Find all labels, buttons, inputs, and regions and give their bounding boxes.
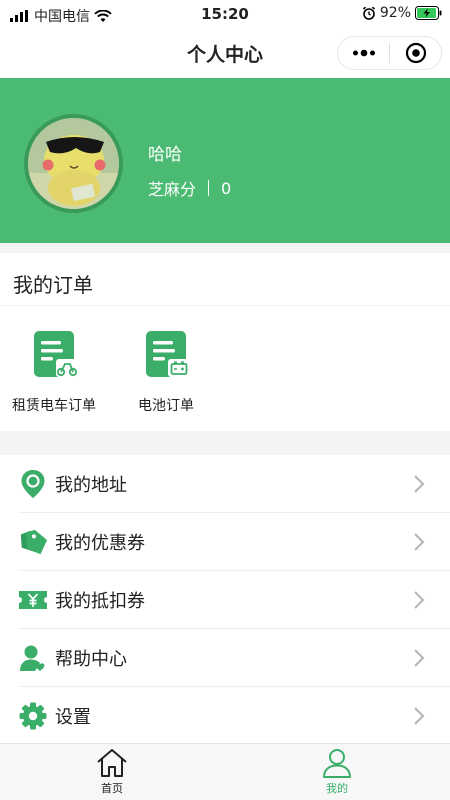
- home-icon: [97, 749, 127, 777]
- help-person-icon: [18, 643, 48, 673]
- menu-item-settings[interactable]: 设置: [0, 687, 450, 745]
- status-bar: 中国电信 15:20 92%: [0, 0, 450, 28]
- menu-item-label: 我的地址: [55, 475, 127, 496]
- order-item-label: 租赁电车订单: [12, 398, 96, 414]
- user-icon: [323, 749, 351, 778]
- tab-mine[interactable]: 我的: [297, 748, 377, 796]
- score-label: 芝麻分: [148, 180, 197, 199]
- tab-label: 我的: [326, 782, 348, 795]
- menu-item-label: 我的抵扣券: [55, 591, 145, 612]
- battery-percent: 92%: [379, 5, 411, 21]
- menu-item-address[interactable]: 我的地址: [0, 455, 450, 513]
- menu-item-label: 设置: [55, 707, 91, 728]
- chevron-right-icon: [414, 591, 425, 609]
- menu-item-label: 我的优惠券: [55, 533, 145, 554]
- score-value: 0: [221, 178, 232, 198]
- more-dots-icon: [352, 49, 375, 57]
- menu-item-coupons[interactable]: 我的优惠券: [0, 513, 450, 571]
- tab-home[interactable]: 首页: [72, 748, 152, 796]
- chevron-right-icon: [414, 475, 425, 493]
- status-right: 92%: [362, 5, 442, 21]
- battery-order-entry[interactable]: 电池订单: [138, 327, 194, 415]
- location-pin-icon: [18, 469, 48, 499]
- avatar[interactable]: [24, 114, 123, 213]
- chevron-right-icon: [414, 533, 425, 551]
- close-miniprogram-button[interactable]: [390, 36, 441, 70]
- orders-section: 我的订单 租赁电车订单 电池订单: [0, 253, 450, 431]
- credit-score: 芝麻分 0: [148, 176, 231, 200]
- chevron-right-icon: [414, 649, 425, 667]
- avatar-image: [28, 118, 119, 209]
- chevron-right-icon: [414, 707, 425, 725]
- alarm-clock-icon: [362, 6, 375, 20]
- menu-list: 我的地址 我的优惠券 我的抵扣券 帮助中心 设置: [0, 455, 450, 743]
- tab-bar: 首页 我的: [0, 743, 450, 800]
- ebike-rental-order-entry[interactable]: 租赁电车订单: [12, 327, 96, 415]
- battery-order-icon: [146, 331, 190, 377]
- orders-title: 我的订单: [13, 273, 93, 297]
- orders-divider: [0, 305, 450, 306]
- tab-label: 首页: [101, 782, 123, 795]
- menu-item-vouchers[interactable]: 我的抵扣券: [0, 571, 450, 629]
- navigation-bar: 个人中心: [0, 28, 450, 78]
- username: 哈哈: [148, 145, 182, 165]
- ebike-order-icon: [34, 331, 78, 377]
- menu-item-label: 帮助中心: [55, 649, 127, 670]
- miniprogram-capsule: [337, 36, 442, 70]
- order-item-label: 电池订单: [138, 398, 194, 414]
- battery-charging-icon: [415, 6, 442, 20]
- more-options-button[interactable]: [338, 36, 389, 70]
- gear-icon: [18, 701, 48, 731]
- profile-header: 哈哈 芝麻分 0: [0, 78, 450, 243]
- coupon-tag-icon: [18, 527, 48, 557]
- score-separator: [208, 180, 210, 196]
- menu-item-help[interactable]: 帮助中心: [0, 629, 450, 687]
- target-circle-icon: [405, 42, 426, 64]
- voucher-ticket-icon: [18, 585, 48, 615]
